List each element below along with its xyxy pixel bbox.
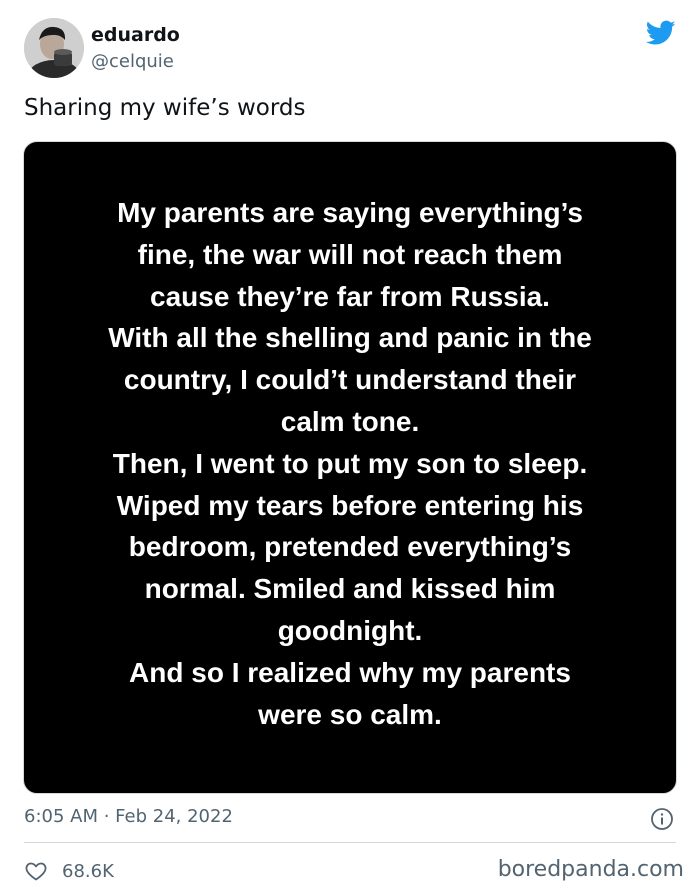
image-text-line: normal. Smiled and kissed him	[144, 573, 556, 605]
image-text-line: bedroom, pretended everything’s	[128, 531, 572, 563]
tweet-text: Sharing my wife’s words	[24, 95, 306, 121]
image-text-line: were so calm.	[258, 698, 442, 730]
info-icon[interactable]	[650, 807, 674, 831]
image-text-line: cause they’re far from Russia.	[150, 280, 550, 312]
like-count: 68.6K	[62, 860, 114, 882]
author-handle[interactable]: @celquie	[91, 51, 174, 72]
image-text: My parents are saying everything’s fine,…	[24, 192, 676, 735]
image-text-line: Wiped my tears before entering his	[116, 489, 584, 521]
tweet-timestamp[interactable]: 6:05 AM · Feb 24, 2022	[24, 806, 233, 827]
tweet-header: eduardo @celquie	[24, 16, 684, 80]
image-text-line: With all the shelling and panic in the	[108, 322, 592, 354]
image-text-line: fine, the war will not reach them	[137, 238, 563, 270]
image-text-line: goodnight.	[277, 614, 423, 646]
twitter-bird-icon[interactable]	[646, 20, 676, 46]
author-display-name[interactable]: eduardo	[91, 24, 180, 46]
image-text-line: country, I could’t understand their	[123, 364, 577, 396]
divider	[24, 842, 676, 843]
image-text-line: And so I realized why my parents	[129, 656, 571, 688]
tweet-image[interactable]: My parents are saying everything’s fine,…	[23, 141, 677, 794]
watermark: boredpanda.com	[497, 857, 684, 882]
avatar[interactable]	[24, 18, 84, 78]
image-text-line: My parents are saying everything’s	[117, 197, 583, 228]
like-button[interactable]: 68.6K	[24, 858, 114, 884]
image-text-line: calm tone.	[280, 405, 420, 437]
heart-icon	[25, 862, 47, 881]
avatar-photo-icon	[24, 18, 84, 78]
image-text-line: Then, I went to put my son to sleep.	[112, 447, 588, 479]
